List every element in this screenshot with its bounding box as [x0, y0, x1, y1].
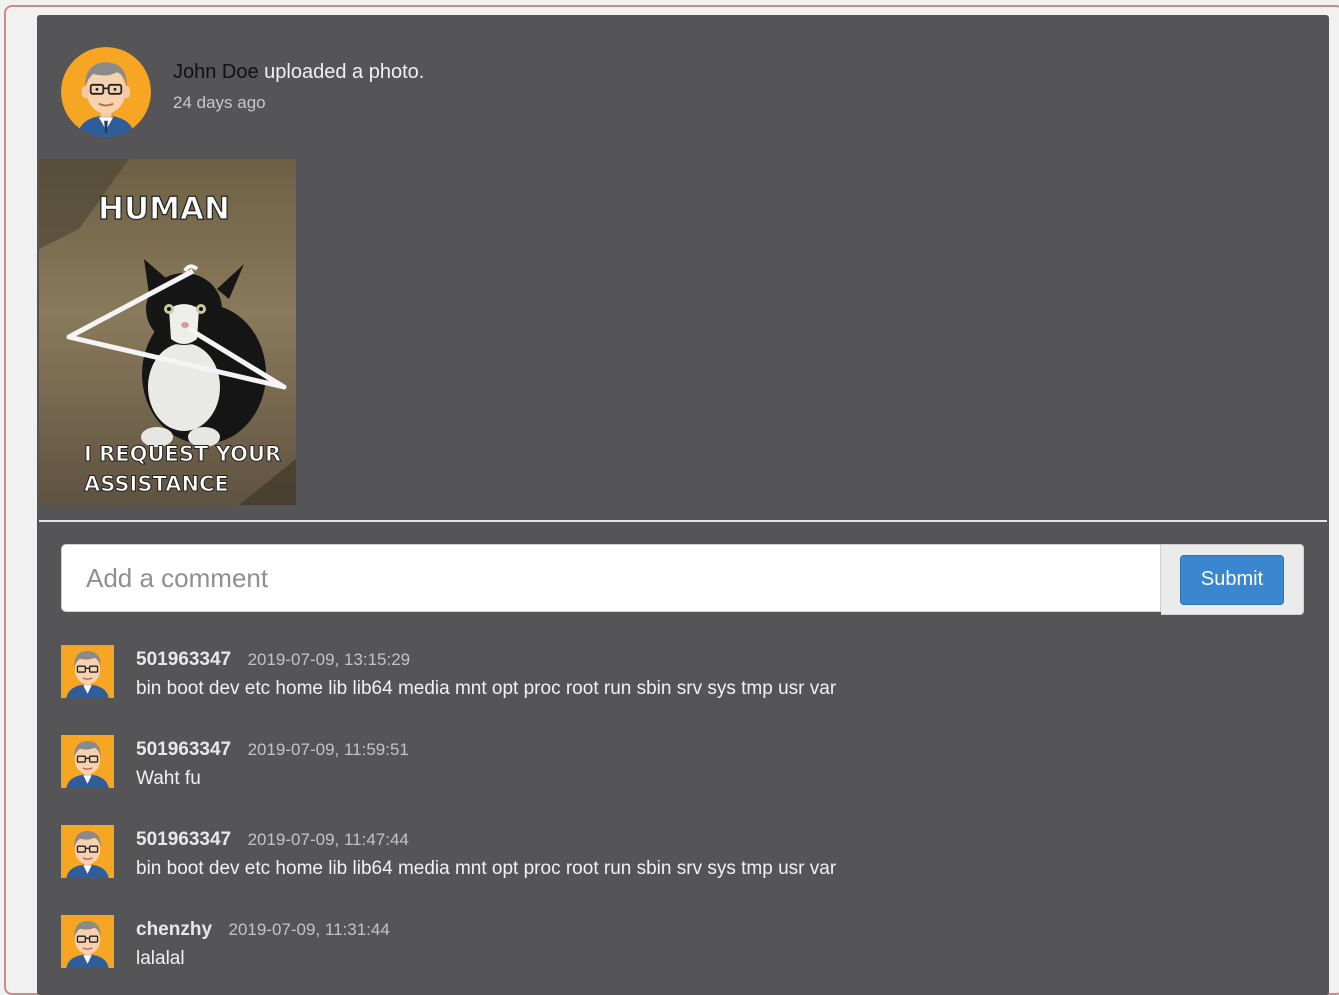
comment-timestamp: 2019-07-09, 13:15:29 — [247, 650, 411, 669]
meme-top-caption: HUMAN — [98, 191, 230, 227]
post-card: John Doe uploaded a photo. 24 days ago H… — [37, 15, 1329, 995]
post-timestamp: 24 days ago — [173, 93, 266, 112]
avatar-icon — [61, 735, 114, 788]
author-avatar[interactable] — [61, 47, 151, 137]
comment-text: bin boot dev etc home lib lib64 media mn… — [136, 858, 837, 879]
submit-button[interactable]: Submit — [1180, 554, 1284, 605]
comment-item: chenzhy 2019-07-09, 11:31:44 lalalal — [61, 915, 1301, 995]
avatar-icon — [61, 825, 114, 878]
comment-body: chenzhy 2019-07-09, 11:31:44 lalalal — [136, 919, 390, 970]
comment-username[interactable]: 501963347 — [136, 829, 231, 850]
author-name-link[interactable]: John Doe — [173, 61, 259, 83]
avatar-icon — [61, 47, 151, 137]
comment-avatar[interactable] — [61, 915, 114, 968]
comment-item: 501963347 2019-07-09, 11:47:44 bin boot … — [61, 825, 1301, 915]
meme-bottom-caption-1: I REQUEST YOUR — [84, 442, 281, 466]
comment-timestamp: 2019-07-09, 11:31:44 — [228, 920, 390, 939]
comment-avatar[interactable] — [61, 735, 114, 788]
avatar-icon — [61, 645, 114, 698]
comment-avatar[interactable] — [61, 825, 114, 878]
comment-username[interactable]: 501963347 — [136, 649, 231, 670]
post-header-text: John Doe uploaded a photo. 24 days ago — [173, 61, 673, 113]
comment-username[interactable]: 501963347 — [136, 739, 231, 760]
avatar-icon — [61, 915, 114, 968]
post-photo[interactable]: HUMAN I REQUEST YOUR ASSISTANCE — [39, 159, 296, 505]
comment-item: 501963347 2019-07-09, 11:59:51 Waht fu — [61, 735, 1301, 825]
comment-list: 501963347 2019-07-09, 13:15:29 bin boot … — [61, 645, 1301, 995]
comment-text: bin boot dev etc home lib lib64 media mn… — [136, 678, 837, 699]
comment-body: 501963347 2019-07-09, 13:15:29 bin boot … — [136, 649, 836, 700]
comment-form: Submit — [61, 544, 1304, 615]
post-divider — [39, 520, 1327, 522]
submit-addon: Submit — [1161, 544, 1304, 615]
comment-timestamp: 2019-07-09, 11:59:51 — [247, 740, 409, 759]
meme-bottom-caption-2: ASSISTANCE — [84, 472, 229, 496]
comment-username[interactable]: chenzhy — [136, 919, 212, 940]
comment-text: Waht fu — [136, 768, 201, 789]
comment-body: 501963347 2019-07-09, 11:59:51 Waht fu — [136, 739, 409, 790]
comment-input[interactable] — [61, 544, 1161, 612]
post-title-line: John Doe uploaded a photo. — [173, 61, 673, 84]
comment-body: 501963347 2019-07-09, 11:47:44 bin boot … — [136, 829, 836, 880]
cat-meme-image: HUMAN I REQUEST YOUR ASSISTANCE — [39, 159, 296, 505]
comment-timestamp: 2019-07-09, 11:47:44 — [247, 830, 409, 849]
comment-item: 501963347 2019-07-09, 13:15:29 bin boot … — [61, 645, 1301, 735]
post-action-text: uploaded a photo. — [258, 61, 425, 83]
comment-avatar[interactable] — [61, 645, 114, 698]
comment-text: lalalal — [136, 948, 185, 969]
